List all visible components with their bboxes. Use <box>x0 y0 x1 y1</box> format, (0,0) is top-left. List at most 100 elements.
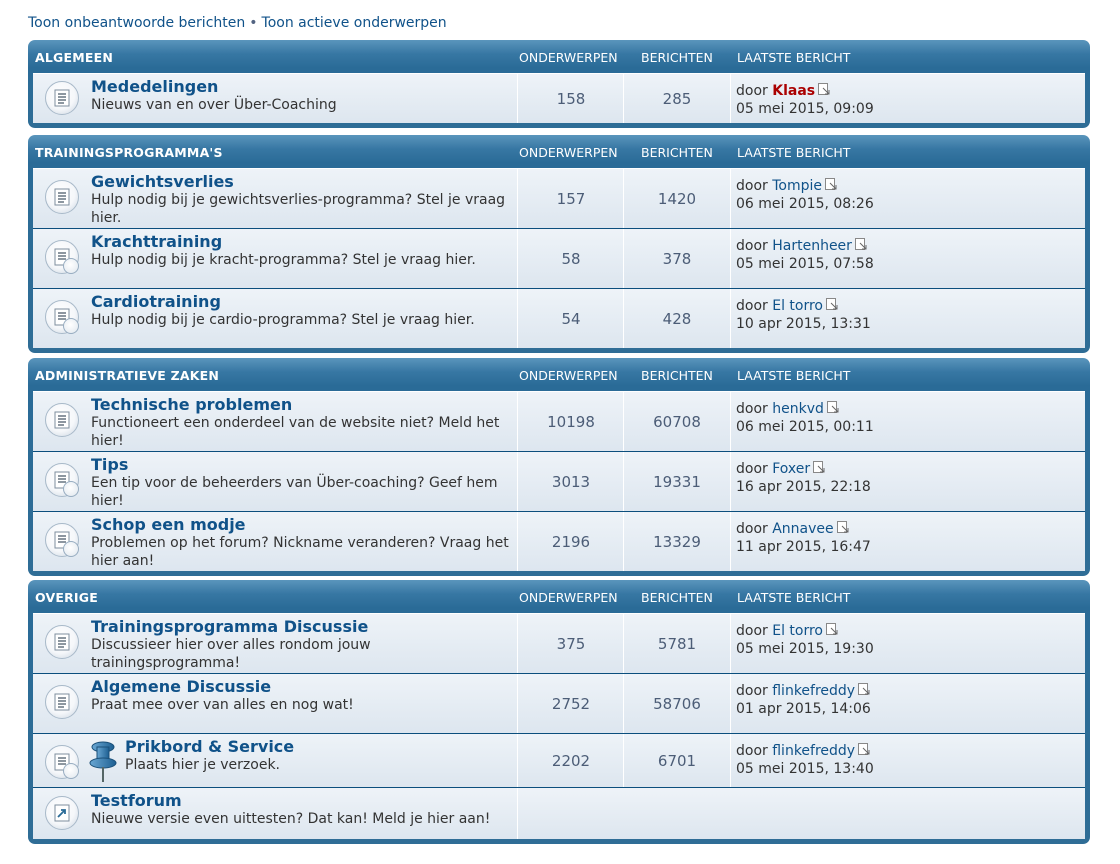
last-post-author-link[interactable]: El torro <box>772 298 823 314</box>
subforum-icon <box>63 541 79 557</box>
last-post-author-link[interactable]: henkvd <box>772 401 824 417</box>
last-post-column-header: LAATSTE BERICHT <box>737 145 851 160</box>
last-post-column-header: LAATSTE BERICHT <box>737 368 851 383</box>
forum-description: Hulp nodig bij je kracht-programma? Stel… <box>91 252 476 268</box>
forum-description: Nieuwe versie even uittesten? Dat kan! M… <box>91 811 491 827</box>
empty-stats-cell <box>517 788 730 839</box>
last-post-author-link[interactable]: Tompie <box>772 178 822 194</box>
last-post-info: door Hartenheer 05 mei 2015, 07:58 <box>736 237 874 273</box>
forum-row: Technische problemen Functioneert een on… <box>33 391 1085 451</box>
category-block-algemeen: ALGEMEEN ONDERWERPEN BERICHTEN LAATSTE B… <box>28 40 1090 128</box>
unanswered-posts-link[interactable]: Toon onbeantwoorde berichten <box>28 15 245 31</box>
posts-count: 19331 <box>623 452 731 511</box>
last-post-info: door flinkefreddy 05 mei 2015, 13:40 <box>736 742 874 778</box>
quick-links: Toon onbeantwoorde berichten • Toon actiev… <box>28 15 447 31</box>
forum-subforum-icon[interactable] <box>45 463 79 497</box>
last-post-info: door flinkefreddy 01 apr 2015, 14:06 <box>736 682 871 718</box>
forum-row: Testforum Nieuwe versie even uittesten? … <box>33 787 1085 839</box>
forum-title-link[interactable]: Algemene Discussie <box>91 677 271 696</box>
last-post-author-link[interactable]: El torro <box>772 623 823 639</box>
forum-row: Cardiotraining Hulp nodig bij je cardio-… <box>33 288 1085 348</box>
by-label: door <box>736 461 768 477</box>
posts-count: 60708 <box>623 392 731 451</box>
forum-row: Schop een modje Problemen op het forum? … <box>33 511 1085 571</box>
posts-count: 1420 <box>623 169 731 228</box>
forum-title-link[interactable]: Trainingsprogramma Discussie <box>91 617 368 636</box>
posts-column-header: BERICHTEN <box>641 50 713 65</box>
last-post-date: 11 apr 2015, 16:47 <box>736 539 871 555</box>
topics-count: 158 <box>517 74 624 123</box>
topics-count: 375 <box>517 614 624 673</box>
topics-count: 3013 <box>517 452 624 511</box>
by-label: door <box>736 401 768 417</box>
forum-read-icon[interactable] <box>45 685 79 719</box>
forum-description: Functioneert een onderdeel van de websit… <box>91 415 500 449</box>
by-label: door <box>736 238 768 254</box>
by-label: door <box>736 743 768 759</box>
forum-title-link[interactable]: Testforum <box>91 791 182 810</box>
posts-count: 6701 <box>623 734 731 787</box>
last-post-author-link[interactable]: Annavee <box>772 521 833 537</box>
category-header: ADMINISTRATIEVE ZAKEN ONDERWERPEN BERICH… <box>33 358 1085 391</box>
view-latest-post-icon[interactable] <box>826 622 838 640</box>
last-post-column-header: LAATSTE BERICHT <box>737 50 851 65</box>
category-title[interactable]: TRAININGSPROGRAMMA'S <box>35 145 223 160</box>
by-label: door <box>736 83 768 99</box>
view-latest-post-icon[interactable] <box>825 177 837 195</box>
forum-title-link[interactable]: Technische problemen <box>91 395 292 414</box>
posts-count: 58706 <box>623 674 731 733</box>
forum-subforum-icon[interactable] <box>45 240 79 274</box>
last-post-author-link[interactable]: Foxer <box>772 461 810 477</box>
category-title[interactable]: ADMINISTRATIEVE ZAKEN <box>35 368 219 383</box>
forum-title-link[interactable]: Gewichtsverlies <box>91 172 234 191</box>
category-block-trainingsprogrammas: TRAININGSPROGRAMMA'S ONDERWERPEN BERICHT… <box>28 135 1090 353</box>
forum-row: Gewichtsverlies Hulp nodig bij je gewich… <box>33 168 1085 228</box>
forum-read-icon[interactable] <box>45 180 79 214</box>
forum-description: Discussieer hier over alles rondom jouw … <box>91 637 371 671</box>
forum-title-link[interactable]: Mededelingen <box>91 77 218 96</box>
by-label: door <box>736 623 768 639</box>
forum-row: Krachttraining Hulp nodig bij je kracht-… <box>33 228 1085 288</box>
last-post-info: door Klaas 05 mei 2015, 09:09 <box>736 82 874 118</box>
last-post-author-link[interactable]: flinkefreddy <box>772 683 855 699</box>
last-post-author-link[interactable]: Klaas <box>772 83 815 99</box>
topics-count: 2196 <box>517 512 624 571</box>
forum-link-icon[interactable] <box>45 796 79 830</box>
category-title[interactable]: OVERIGE <box>35 590 98 605</box>
category-title[interactable]: ALGEMEEN <box>35 50 113 65</box>
view-latest-post-icon[interactable] <box>858 742 870 760</box>
posts-count: 5781 <box>623 614 731 673</box>
forum-read-icon[interactable] <box>45 81 79 115</box>
last-post-date: 05 mei 2015, 07:58 <box>736 256 874 272</box>
last-post-info: door Foxer 16 apr 2015, 22:18 <box>736 460 871 496</box>
last-post-date: 06 mei 2015, 00:11 <box>736 419 874 435</box>
view-latest-post-icon[interactable] <box>826 400 839 418</box>
topics-count: 58 <box>517 229 624 288</box>
forum-title-link[interactable]: Prikbord & Service <box>125 737 294 756</box>
view-latest-post-icon[interactable] <box>854 237 867 255</box>
topics-count: 2202 <box>517 734 624 787</box>
forum-description: Een tip voor de beheerders van Über-coac… <box>91 475 498 509</box>
last-post-author-link[interactable]: Hartenheer <box>772 238 852 254</box>
view-latest-post-icon[interactable] <box>813 460 825 478</box>
forum-read-icon[interactable] <box>45 403 79 437</box>
view-latest-post-icon[interactable] <box>836 520 849 538</box>
forum-description: Hulp nodig bij je gewichtsverlies-progra… <box>91 192 506 226</box>
forum-title-link[interactable]: Schop een modje <box>91 515 246 534</box>
forum-subforum-icon[interactable] <box>45 523 79 557</box>
forum-subforum-icon[interactable] <box>45 745 79 779</box>
view-latest-post-icon[interactable] <box>858 682 870 700</box>
forum-title-link[interactable]: Tips <box>91 455 128 474</box>
active-topics-link[interactable]: Toon actieve onderwerpen <box>262 15 447 31</box>
view-latest-post-icon[interactable] <box>818 82 830 100</box>
forum-title-link[interactable]: Krachttraining <box>91 232 222 251</box>
view-latest-post-icon[interactable] <box>826 297 838 315</box>
last-post-author-link[interactable]: flinkefreddy <box>772 743 855 759</box>
category-header: OVERIGE ONDERWERPEN BERICHTEN LAATSTE BE… <box>33 580 1085 613</box>
forum-title-link[interactable]: Cardiotraining <box>91 292 221 311</box>
forum-description: Praat mee over van alles en nog wat! <box>91 697 354 713</box>
forum-read-icon[interactable] <box>45 625 79 659</box>
forum-subforum-icon[interactable] <box>45 300 79 334</box>
last-post-date: 16 apr 2015, 22:18 <box>736 479 871 495</box>
topics-column-header: ONDERWERPEN <box>519 50 618 65</box>
